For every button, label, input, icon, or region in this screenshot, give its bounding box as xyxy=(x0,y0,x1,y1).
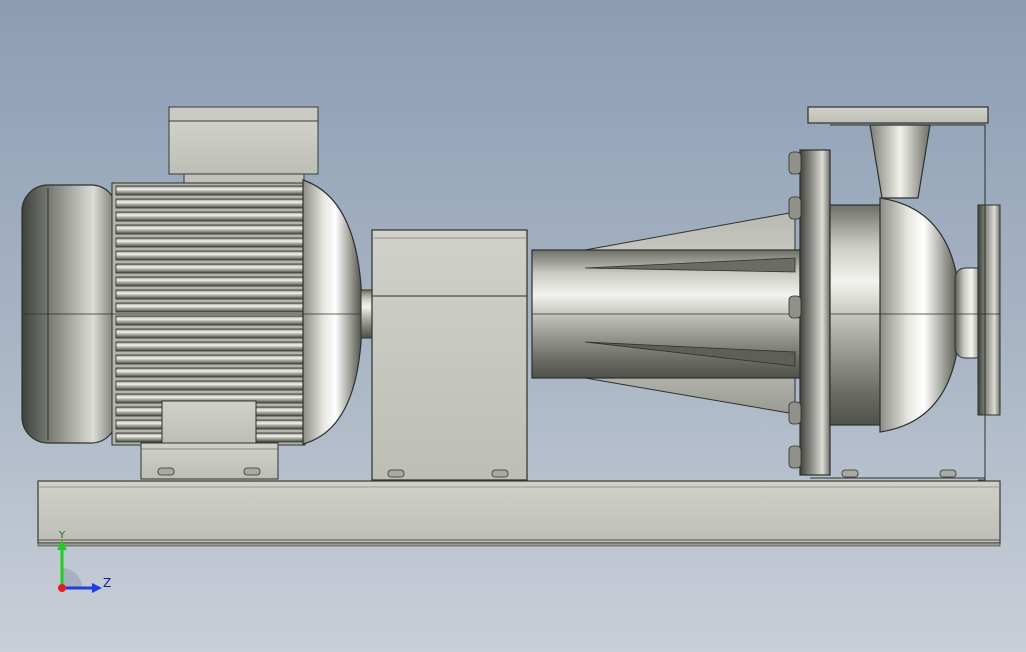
coupling-guard[interactable] xyxy=(371,229,528,481)
motor-drive-end-cap[interactable] xyxy=(302,179,363,445)
motor-terminal-box[interactable] xyxy=(168,106,319,191)
volute-casing[interactable] xyxy=(829,197,1001,433)
casing-flange[interactable] xyxy=(788,149,831,476)
motor-rear-end-cap[interactable] xyxy=(21,184,118,444)
pump-assembly-model[interactable] xyxy=(0,0,1026,652)
discharge-nozzle[interactable] xyxy=(807,106,989,199)
triad-z-label: Z xyxy=(103,576,112,590)
triad-y-label: Y xyxy=(59,530,66,541)
bearing-lantern[interactable] xyxy=(531,211,801,415)
cad-viewport[interactable]: Y Z xyxy=(0,0,1026,652)
baseplate[interactable] xyxy=(37,480,1001,547)
